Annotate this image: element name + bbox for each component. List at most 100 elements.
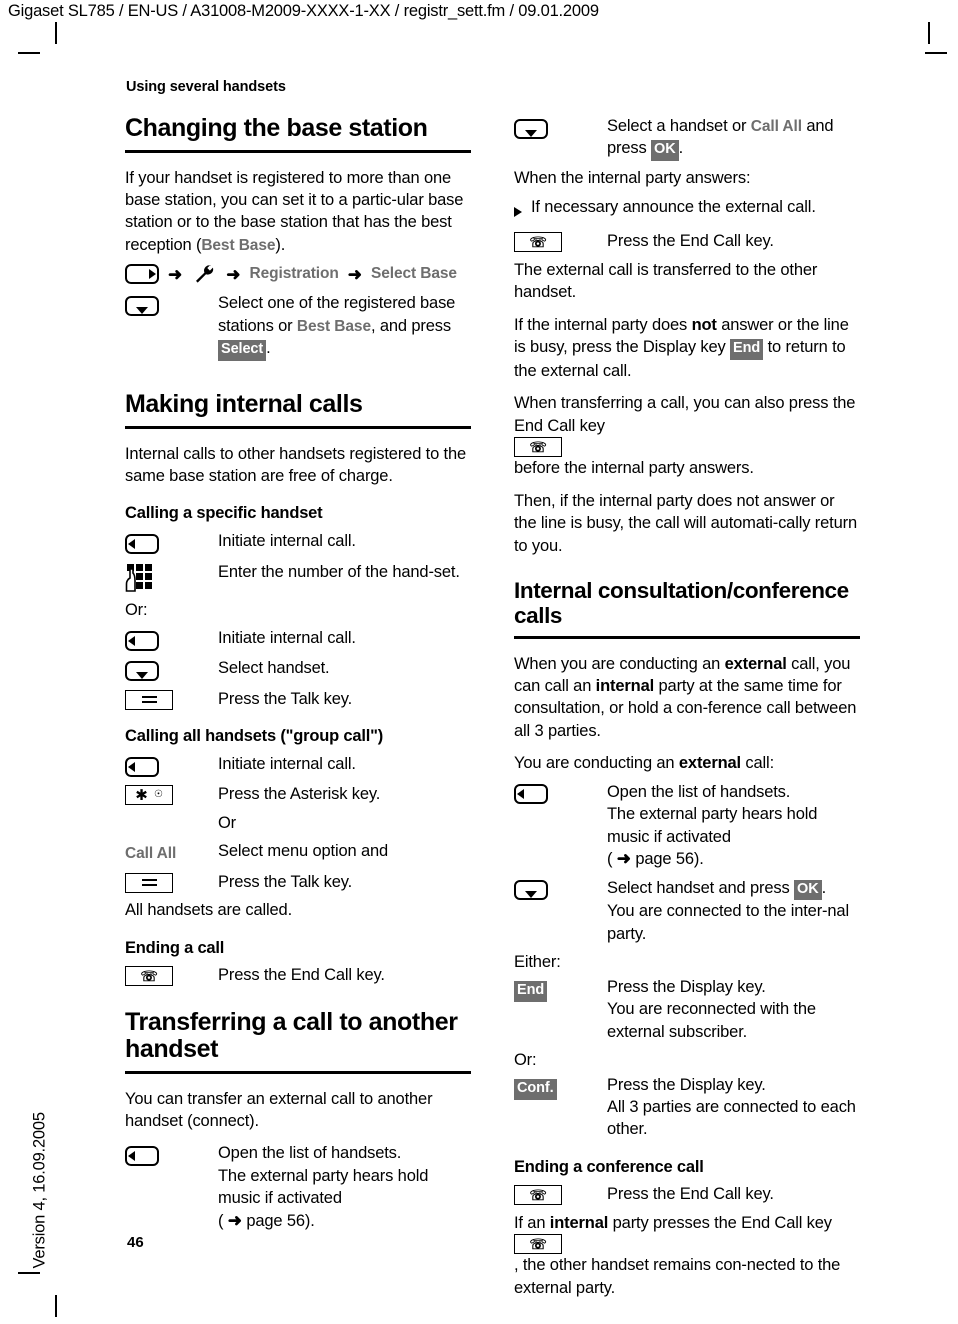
paragraph-consultation-intro: When you are conducting an external call… — [514, 653, 860, 743]
display-key-badge-select[interactable]: Select — [218, 340, 267, 362]
instruction-line-2: You are connected to the inter-nal party… — [607, 902, 849, 943]
key-cell: ✱ ☉ — [125, 783, 218, 806]
instruction-row-press-conf-display-key: Conf. Press the Display key. All 3 parti… — [514, 1074, 860, 1141]
display-key-badge-conf[interactable]: Conf. — [514, 1078, 557, 1100]
subheading-ending-a-call: Ending a call — [125, 938, 225, 957]
xref-page-text: page 56). — [630, 850, 704, 869]
p-text-d: , the other handset remains con-nected t… — [514, 1256, 841, 1297]
menu-item-registration: Registration — [249, 264, 339, 282]
instruction-row-press-end-call-key-2: ☏ Press the End Call key. — [514, 230, 860, 253]
cross-reference-page-56: ( ➜ page 56). — [218, 1210, 471, 1232]
instruction-text-a: Select a handset or — [607, 117, 751, 135]
section-heading-transferring-call: Transferring a call to another handset — [125, 1008, 471, 1074]
display-key-left-icon — [514, 784, 548, 805]
section-heading-making-internal-calls: Making internal calls — [125, 391, 471, 429]
key-cell: ☏ — [514, 230, 607, 253]
arrow-right-icon-xref-2: ➜ — [616, 849, 631, 869]
instruction-text: Press the End Call key. — [607, 232, 774, 251]
p-text-c: party presses the End Call key — [608, 1213, 832, 1232]
section-heading-changing-base-station: Changing the base station — [125, 114, 471, 153]
paragraph-base-station-intro: If your handset is registered to more th… — [125, 167, 471, 257]
emphasis-not: not — [691, 315, 717, 334]
end-call-key-icon: ☏ — [125, 966, 173, 987]
display-key-badge-end-2[interactable]: End — [514, 980, 548, 1002]
talk-key-icon — [125, 689, 173, 710]
talk-key-bars — [141, 879, 157, 887]
p3-text-a: If the internal party does — [514, 315, 692, 334]
instruction-row-call-all-menu-option: Call All Select menu option and — [125, 840, 471, 864]
instruction-row-press-asterisk-key: ✱ ☉ Press the Asterisk key. — [125, 783, 471, 806]
end-call-key-icon: ☏ — [514, 232, 562, 253]
p-text-a: If an — [514, 1213, 550, 1232]
crop-mark-top-left-horizontal — [18, 52, 40, 54]
key-cell — [125, 292, 218, 316]
crop-mark-top-right-vertical — [928, 22, 930, 44]
instruction-row-press-talk-key-1: Press the Talk key. — [125, 688, 471, 710]
menu-item-best-base-2: Best Base — [296, 317, 371, 335]
paragraph-internal-presses-end-call: If an internal party presses the End Cal… — [514, 1212, 860, 1299]
key-cell — [125, 688, 218, 710]
end-call-glyph: ☏ — [529, 439, 547, 456]
bullet-item-announce-external-call: If necessary announce the external call. — [514, 196, 860, 224]
instruction-text-c: . — [678, 139, 684, 158]
paragraph-transfer-intro: You can transfer an external call to ano… — [125, 1089, 433, 1131]
instruction-row-select-handset-press-ok: Select handset and press OK. You are con… — [514, 877, 860, 946]
instruction-text: Initiate internal call. — [218, 532, 356, 551]
display-key-badge-ok[interactable]: OK — [651, 140, 679, 162]
instruction-text: Select handset and press OK. You are con… — [607, 877, 860, 946]
page-number: 46 — [127, 1234, 144, 1251]
instruction-text: Open the list of handsets. The external … — [218, 1142, 471, 1232]
instruction-row-initiate-internal-call-1: Initiate internal call. — [125, 530, 471, 554]
arrow-right-icon-2: ➜ — [226, 264, 241, 284]
instruction-row-initiate-internal-call-2: Initiate internal call. — [125, 627, 471, 651]
document-header: Gigaset SL785 / EN-US / A31008-M2009-XXX… — [8, 2, 599, 20]
key-cell — [514, 115, 607, 139]
nav-key-down-icon — [514, 880, 548, 901]
instruction-line-1: Press the Display key. — [607, 977, 766, 996]
key-cell — [514, 781, 607, 805]
instruction-row-select-base: Select one of the registered base statio… — [125, 292, 471, 362]
p2-text-a: You are conducting an — [514, 754, 679, 773]
menu-item-best-base: Best Base — [201, 236, 276, 254]
instruction-line-2: The external party hears hold — [218, 1166, 429, 1185]
display-key-badge-end-1[interactable]: End — [730, 339, 764, 360]
instruction-line-1: Select handset and press OK. — [607, 877, 860, 901]
instruction-text-c: . — [266, 339, 271, 358]
instruction-line-2: You are reconnected with the external su… — [607, 1000, 816, 1041]
instruction-row-or-inline: Or — [125, 812, 471, 834]
or-label-2: Or: — [514, 1051, 537, 1070]
end-call-key-icon: ☏ — [514, 1185, 562, 1206]
key-cell — [125, 871, 218, 893]
instruction-line-2: The external party hears hold — [607, 805, 818, 824]
subheading-calling-all-handsets: Calling all handsets ("group call") — [125, 727, 384, 746]
instruction-row-enter-handset-number: Enter the number of the hand-set. — [125, 561, 471, 593]
display-key-left-icon — [125, 533, 159, 554]
display-key-right-icon — [125, 264, 159, 285]
instruction-text: Initiate internal call. — [218, 754, 356, 773]
paragraph-all-handsets-called: All handsets are called. — [125, 901, 292, 920]
instruction-text: Press the Talk key. — [218, 689, 353, 708]
asterisk-key-icon: ✱ ☉ — [125, 785, 173, 806]
menu-item-call-all-2: Call All — [750, 118, 802, 135]
instruction-row-press-end-call-key-3: ☏ Press the End Call key. — [514, 1183, 860, 1206]
end-call-glyph: ☏ — [529, 1236, 547, 1253]
key-cell — [125, 561, 218, 593]
paragraph-auto-return: Then, if the internal party does not ans… — [514, 491, 857, 555]
instruction-text: Enter the number of the hand-set. — [218, 562, 460, 581]
instruction-text: Select handset. — [218, 659, 330, 678]
display-key-left-icon — [125, 756, 159, 777]
key-cell: ☏ — [125, 964, 218, 987]
key-cell — [514, 877, 607, 901]
key-cell: ☏ — [514, 1183, 607, 1206]
subheading-ending-conference-call: Ending a conference call — [514, 1157, 704, 1176]
instruction-row-press-talk-key-2: Press the Talk key. — [125, 871, 471, 893]
talk-key-icon — [125, 872, 173, 893]
talk-key-bars — [141, 696, 157, 704]
display-key-badge-ok-2[interactable]: OK — [794, 879, 822, 901]
instruction-text: Initiate internal call. — [218, 628, 356, 647]
key-cell — [125, 530, 218, 554]
or-label-1: Or: — [125, 600, 148, 619]
either-label: Either: — [514, 953, 561, 972]
instruction-line-3: music if activated — [218, 1189, 342, 1208]
paragraph-call-transferred: The external call is transferred to the … — [514, 260, 818, 302]
